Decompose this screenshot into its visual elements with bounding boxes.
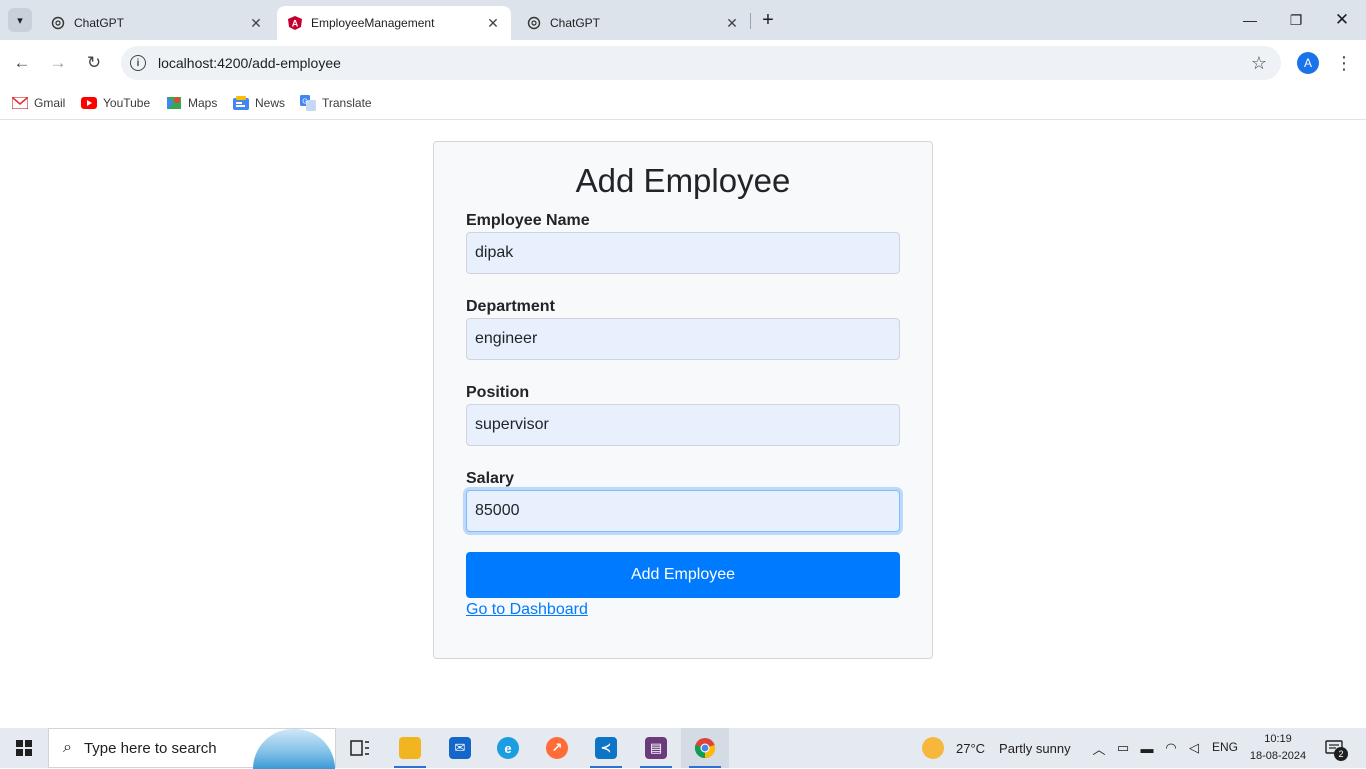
search-placeholder: Type here to search [83, 739, 217, 757]
chatgpt-logo-icon [50, 15, 66, 31]
winrar-icon[interactable]: ▤ [632, 728, 680, 768]
profile-avatar[interactable]: A [1297, 52, 1319, 74]
department-label: Department [466, 298, 555, 315]
minimize-icon[interactable]: — [1227, 4, 1273, 36]
weather-desc: Partly sunny [999, 740, 1071, 756]
tab-close-icon[interactable]: ✕ [724, 15, 740, 31]
add-employee-card: Add Employee Employee Name Department Po… [433, 141, 933, 659]
tab-employee-management[interactable]: A EmployeeManagement ✕ [277, 6, 511, 40]
tab-close-icon[interactable]: ✕ [248, 15, 264, 31]
tab-search-chevron-icon[interactable]: ▾ [8, 8, 32, 32]
bookmark-star-icon[interactable]: ☆ [1251, 53, 1267, 74]
volume-icon[interactable]: ◁ [1185, 739, 1203, 757]
notifications-icon[interactable]: 2 [1322, 737, 1348, 761]
maps-icon [166, 95, 182, 111]
tray-chevron-up-icon[interactable]: ︿ [1090, 739, 1108, 757]
browser-toolbar: ← → ↻ i localhost:4200/add-employee ☆ A … [0, 40, 1366, 86]
department-input[interactable] [466, 318, 900, 360]
bookmark-maps[interactable]: Maps [166, 92, 217, 114]
translate-icon: G [300, 95, 316, 111]
bookmark-youtube[interactable]: YouTube [81, 92, 150, 114]
restore-icon[interactable]: ❐ [1273, 4, 1319, 36]
page-title: Add Employee [575, 162, 791, 199]
youtube-icon [81, 95, 97, 111]
weather-temp: 27°C [956, 740, 986, 756]
tab-chatgpt-2[interactable]: ChatGPT ✕ [516, 6, 750, 40]
weather-widget[interactable]: 27°C Partly sunny [922, 728, 1071, 768]
tab-title: ChatGPT [74, 16, 125, 30]
svg-text:A: A [292, 19, 299, 29]
wifi-icon[interactable]: ◠ [1162, 739, 1180, 757]
salary-label: Salary [466, 470, 515, 487]
tab-close-icon[interactable]: ✕ [485, 15, 501, 31]
add-employee-button[interactable]: Add Employee [466, 552, 900, 598]
language-indicator[interactable]: ENG [1212, 740, 1238, 754]
reload-icon[interactable]: ↻ [80, 49, 108, 77]
employee-name-input[interactable] [466, 232, 900, 274]
tab-title: EmployeeManagement [311, 16, 435, 30]
chatgpt-logo-icon [526, 15, 542, 31]
partly-sunny-icon [922, 737, 944, 759]
bookmark-label: Gmail [34, 96, 66, 110]
salary-input[interactable] [466, 490, 900, 532]
chrome-icon[interactable] [681, 728, 729, 768]
news-icon [233, 95, 249, 111]
gmail-icon [12, 95, 28, 111]
site-info-icon[interactable]: i [130, 55, 146, 71]
search-highlight-image [253, 729, 335, 769]
tab-chatgpt-1[interactable]: ChatGPT ✕ [40, 6, 274, 40]
url-text[interactable]: localhost:4200/add-employee [158, 55, 341, 71]
postman-icon[interactable]: ↗ [533, 728, 581, 768]
angular-logo-icon: A [287, 15, 303, 31]
bookmark-label: Translate [322, 96, 372, 110]
mail-icon[interactable]: ✉ [436, 728, 484, 768]
bookmark-news[interactable]: News [233, 92, 285, 114]
close-window-icon[interactable]: ✕ [1319, 4, 1365, 36]
vscode-icon[interactable]: ≺ [582, 728, 630, 768]
position-label: Position [466, 384, 530, 401]
forward-arrow-icon[interactable]: → [44, 49, 72, 77]
position-input[interactable] [466, 404, 900, 446]
clock-date: 18-08-2024 [1249, 750, 1307, 762]
back-arrow-icon[interactable]: ← [8, 49, 36, 77]
go-to-dashboard-link[interactable]: Go to Dashboard [466, 601, 588, 619]
tray-app-icon[interactable]: ▭ [1114, 739, 1132, 757]
new-tab-plus-icon[interactable]: + [756, 8, 780, 32]
notification-count: 2 [1334, 747, 1348, 761]
browser-menu-icon[interactable]: ⋮ [1334, 50, 1354, 76]
battery-icon[interactable]: ▬ [1138, 739, 1156, 757]
bookmark-translate[interactable]: G Translate [300, 92, 372, 114]
bookmark-label: YouTube [103, 96, 151, 110]
bookmark-label: News [255, 96, 286, 110]
address-bar[interactable]: i localhost:4200/add-employee ☆ [121, 46, 1281, 80]
tab-strip: ▾ ChatGPT ✕ A EmployeeManagement ✕ ChatG… [0, 0, 1366, 40]
search-icon: ⌕ [63, 739, 72, 756]
task-view-icon[interactable] [336, 728, 384, 768]
employee-name-label: Employee Name [466, 212, 590, 229]
clock[interactable]: 10:19 18-08-2024 [1248, 731, 1308, 765]
clock-time: 10:19 [1264, 733, 1292, 745]
taskbar-search[interactable]: ⌕ Type here to search [48, 728, 336, 769]
bookmark-label: Maps [188, 96, 218, 110]
windows-start-icon[interactable] [0, 728, 48, 768]
edge-icon[interactable]: e [484, 728, 532, 768]
taskbar: ⌕ Type here to search ✉ e ↗ ≺ ▤ 27°C Par… [0, 728, 1366, 769]
tab-separator [750, 13, 751, 29]
svg-text:G: G [302, 99, 307, 106]
tab-title: ChatGPT [550, 16, 601, 30]
file-explorer-icon[interactable] [386, 728, 434, 768]
bookmarks-bar: Gmail YouTube Maps News G Translate [0, 86, 1366, 120]
bookmark-gmail[interactable]: Gmail [12, 92, 65, 114]
